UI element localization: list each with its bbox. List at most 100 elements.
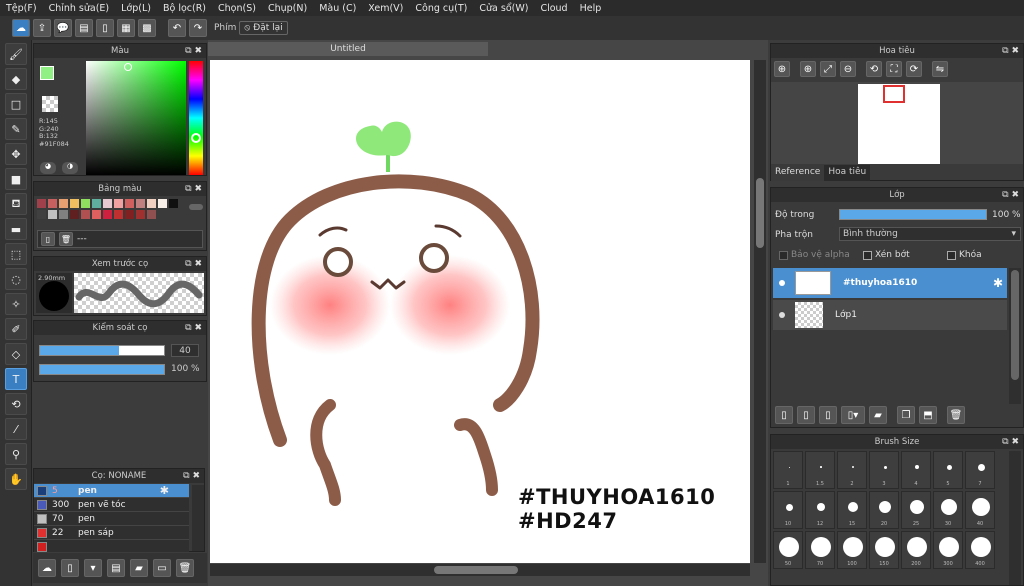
reset-button[interactable]: ⦸ Đặt lại <box>239 21 288 35</box>
brush-delete-icon[interactable]: 🗑 <box>176 559 194 577</box>
clip-checkbox[interactable]: Xén bớt <box>863 250 910 260</box>
menu-item-6[interactable]: Màu (C) <box>313 3 362 14</box>
redo-icon[interactable]: ↷ <box>189 19 207 37</box>
brush-size-scrollbar[interactable] <box>1009 451 1021 585</box>
brush-size-cell[interactable]: 25 <box>901 491 931 529</box>
panel-close-icon[interactable]: ⧉ ✖ <box>1002 188 1019 202</box>
menu-item-1[interactable]: Chỉnh sửa(E) <box>43 3 116 14</box>
shape-tool-icon[interactable]: □ <box>5 93 27 115</box>
layer-opacity-slider[interactable] <box>839 209 987 220</box>
dot-tool-icon[interactable]: ✎ <box>5 118 27 140</box>
add-layer-menu-icon[interactable]: ▯▾ <box>841 406 865 424</box>
text-tool-icon[interactable]: T <box>5 368 27 390</box>
page-icon[interactable]: ▯ <box>96 19 114 37</box>
panel-close-icon[interactable]: ⧉ ✖ <box>1002 44 1019 58</box>
brush-list-scrollbar[interactable] <box>192 485 204 551</box>
new-layer-1bit-icon[interactable]: ▯ <box>819 406 837 424</box>
gear-icon[interactable]: ✱ <box>160 484 169 497</box>
zoom-in-icon[interactable]: ⊕ <box>800 61 816 77</box>
palette-swatch[interactable] <box>147 210 156 219</box>
grid-icon[interactable]: ▩ <box>138 19 156 37</box>
brush-list-item[interactable]: 22 pen sáp <box>34 526 189 540</box>
panel-close-icon[interactable]: ⧉ ✖ <box>185 321 202 335</box>
palette-swatch[interactable] <box>125 199 134 208</box>
brush-size-cell[interactable]: 150 <box>869 531 899 569</box>
new-palette-icon[interactable]: ▯ <box>41 232 55 246</box>
lock-checkbox[interactable]: Khóa <box>947 250 982 260</box>
panel-close-icon[interactable]: ⧉ ✖ <box>185 257 202 271</box>
merge-layer-icon[interactable]: ⬒ <box>919 406 937 424</box>
panel-close-icon[interactable]: ⧉ ✖ <box>185 44 202 58</box>
brush-size-cell[interactable]: 20 <box>869 491 899 529</box>
new-layer-8bit-icon[interactable]: ▯ <box>797 406 815 424</box>
visibility-icon[interactable] <box>779 280 785 286</box>
eyedropper-icon[interactable]: ⚲ <box>5 443 27 465</box>
export-icon[interactable]: ⇪ <box>33 19 51 37</box>
brush-size-cell[interactable]: 70 <box>805 531 835 569</box>
navigator-viewport[interactable] <box>771 82 1023 164</box>
palette-swatch[interactable] <box>48 210 57 219</box>
palette-swatch[interactable] <box>59 210 68 219</box>
brush-size-cell[interactable]: 300 <box>933 531 963 569</box>
lasso-icon[interactable]: ◌ <box>5 268 27 290</box>
brush-size-cell[interactable]: 1 <box>773 451 803 489</box>
palette-swatch[interactable] <box>92 199 101 208</box>
brush-copy-icon[interactable]: ▭ <box>153 559 171 577</box>
menu-item-7[interactable]: Xem(V) <box>362 3 409 14</box>
text-frame-icon[interactable]: ▤ <box>75 19 93 37</box>
layers-scrollbar[interactable] <box>1009 268 1021 404</box>
panel-icon[interactable]: ▦ <box>117 19 135 37</box>
folder-icon[interactable]: ▰ <box>869 406 887 424</box>
delete-layer-icon[interactable]: 🗑 <box>947 406 965 424</box>
menu-item-5[interactable]: Chụp(N) <box>262 3 313 14</box>
menu-item-2[interactable]: Lớp(L) <box>115 3 157 14</box>
foreground-color-swatch[interactable] <box>40 66 54 80</box>
protect-alpha-checkbox[interactable]: Bảo vệ alpha <box>779 250 850 260</box>
color-history-icon[interactable]: ◑ <box>62 162 78 174</box>
menu-item-10[interactable]: Cloud <box>534 3 573 14</box>
saturation-value-picker[interactable] <box>86 61 186 175</box>
palette-swatch[interactable] <box>59 199 68 208</box>
select-rect-icon[interactable]: ⬚ <box>5 243 27 265</box>
brush-opacity-slider[interactable] <box>39 364 165 375</box>
hand-tool-icon[interactable]: ✋ <box>5 468 27 490</box>
panel-close-icon[interactable]: ⧉ ✖ <box>183 469 200 483</box>
palette-swatch[interactable] <box>114 210 123 219</box>
brush-list-item[interactable]: 5 pen ✱ <box>34 484 189 498</box>
layer-item-1[interactable]: Lớp1 <box>773 300 1007 330</box>
brush-size-cell[interactable]: 3 <box>869 451 899 489</box>
new-brush-icon[interactable]: ▯ <box>61 559 79 577</box>
brush-list-item[interactable] <box>34 540 189 552</box>
palette-swatch[interactable] <box>81 210 90 219</box>
menu-item-3[interactable]: Bộ lọc(R) <box>157 3 212 14</box>
brush-size-cell[interactable]: 200 <box>901 531 931 569</box>
cloud-brush-icon[interactable]: ☁ <box>38 559 56 577</box>
brush-tool-icon[interactable]: 🖌 <box>5 43 27 65</box>
palette-swatch[interactable] <box>37 210 46 219</box>
palette-swatch[interactable] <box>147 199 156 208</box>
duplicate-layer-icon[interactable]: ❐ <box>897 406 915 424</box>
zoom-out-icon[interactable]: ⊖ <box>840 61 856 77</box>
color-wheel-icon[interactable]: ◕ <box>40 162 56 174</box>
palette-swatch[interactable] <box>70 210 79 219</box>
panel-close-icon[interactable]: ⧉ ✖ <box>185 182 202 196</box>
magic-wand-icon[interactable]: ✧ <box>5 293 27 315</box>
palette-swatch[interactable] <box>103 199 112 208</box>
rotate-left-icon[interactable]: ⟲ <box>866 61 882 77</box>
new-layer-icon[interactable]: ▯ <box>775 406 793 424</box>
brush-size-slider[interactable] <box>39 345 165 356</box>
speech-bubble-icon[interactable]: 💬 <box>54 19 72 37</box>
operation-tool-icon[interactable]: ⟲ <box>5 393 27 415</box>
palette-swatch[interactable] <box>114 199 123 208</box>
canvas-horizontal-scrollbar[interactable] <box>210 564 750 576</box>
transparent-color-swatch[interactable] <box>42 96 58 112</box>
cloud-icon[interactable]: ☁ <box>12 19 30 37</box>
move-tool-icon[interactable]: ✥ <box>5 143 27 165</box>
palette-scroll[interactable] <box>189 204 203 210</box>
brush-size-cell[interactable]: 7 <box>965 451 995 489</box>
brush-size-cell[interactable]: 12 <box>805 491 835 529</box>
visibility-icon[interactable] <box>779 312 785 318</box>
brush-settings-icon[interactable]: ▤ <box>107 559 125 577</box>
fit-screen-icon[interactable]: ⛶ <box>886 61 902 77</box>
rotate-right-icon[interactable]: ⟳ <box>906 61 922 77</box>
